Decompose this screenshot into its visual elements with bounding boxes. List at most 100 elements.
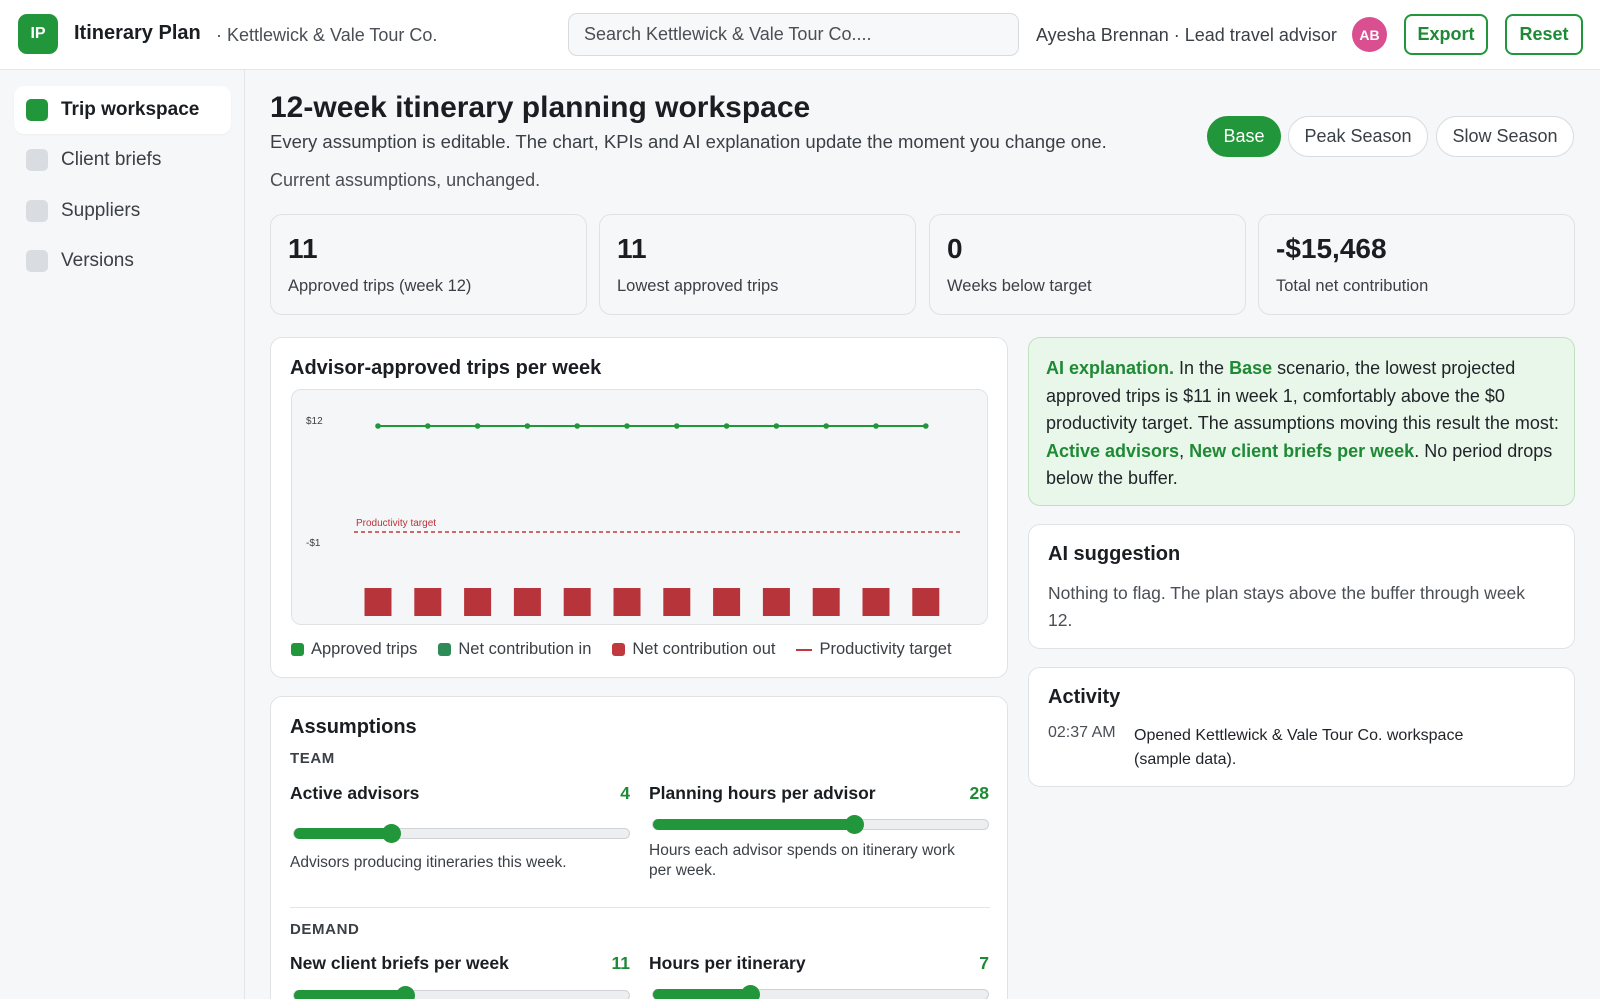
- legend-label: Net contribution out: [632, 640, 776, 658]
- net-contribution-out-bar: [513, 588, 541, 616]
- page-title: 12-week itinerary planning workspace: [270, 91, 811, 124]
- ai-explanation-card: AI explanation. In the Base scenario, th…: [1028, 337, 1575, 506]
- activity-card: Activity 02:37 AM Opened Kettlewick & Va…: [1028, 667, 1575, 787]
- kpi-label: Total net contribution: [1276, 277, 1429, 295]
- reset-button[interactable]: Reset: [1505, 14, 1583, 55]
- slider-description: Hours each advisor spends on itinerary w…: [649, 842, 955, 879]
- slider-thumb[interactable]: [382, 824, 402, 843]
- top-bar: IP Itinerary Plan · Kettlewick & Vale To…: [0, 0, 1600, 70]
- slider-thumb[interactable]: [395, 986, 415, 999]
- ai-text-segment: ,: [1179, 440, 1190, 461]
- square-icon: [26, 99, 48, 121]
- search-input[interactable]: [568, 13, 1019, 56]
- legend-item: Net contribution out: [612, 640, 775, 659]
- page-subtitle: Every assumption is editable. The chart,…: [270, 131, 1107, 152]
- avatar[interactable]: AB: [1352, 17, 1387, 52]
- net-contribution-out-bar: [713, 588, 741, 616]
- net-contribution-out-bar: [912, 588, 940, 616]
- sidebar-item-label: Trip workspace: [61, 99, 200, 120]
- sidebar: Trip workspace Client briefs Suppliers V…: [0, 70, 245, 999]
- y-tick-label: $12: [306, 416, 323, 427]
- slider-thumb[interactable]: [845, 815, 864, 834]
- kpi-value: 11: [617, 233, 647, 264]
- client-briefs-slider[interactable]: [293, 986, 630, 999]
- kpi-label: Approved trips (week 12): [288, 277, 472, 295]
- export-button[interactable]: Export: [1404, 14, 1488, 55]
- hours-per-itinerary-slider[interactable]: [652, 985, 989, 999]
- activity-title: Activity: [1048, 686, 1121, 708]
- active-advisors-slider[interactable]: [293, 824, 630, 843]
- approved-trips-point: [524, 423, 531, 429]
- scenario-base-button[interactable]: Base: [1207, 116, 1281, 157]
- slider-fill: [294, 990, 405, 999]
- bars-group: [364, 588, 940, 616]
- legend-label: Net contribution in: [458, 640, 592, 658]
- kpi-label: Weeks below target: [947, 277, 1092, 295]
- approved-trips-point: [873, 423, 879, 429]
- chart-area: $12 -$1 Productivity target: [291, 389, 988, 625]
- square-icon: [26, 149, 48, 171]
- ai-explanation-label: AI explanation.: [1046, 358, 1175, 378]
- sidebar-item-client-briefs[interactable]: Client briefs: [14, 136, 231, 184]
- approved-trips-point: [474, 423, 481, 429]
- slider-fill: [653, 819, 854, 830]
- sidebar-item-trip-workspace[interactable]: Trip workspace: [14, 86, 231, 134]
- activity-time: 02:37 AM: [1048, 724, 1116, 741]
- assumptions-card: Assumptions TEAM Active advisors 4 Advis…: [270, 696, 1008, 999]
- ai-driver-link[interactable]: Active advisors: [1046, 441, 1179, 461]
- chart-card: Advisor-approved trips per week $12 -$1 …: [270, 337, 1008, 678]
- app-title: Itinerary Plan: [74, 22, 201, 44]
- ai-explanation-text: AI explanation. In the Base scenario, th…: [1046, 355, 1562, 493]
- kpi-lowest-approved-trips: 11 Lowest approved trips: [599, 214, 916, 315]
- approved-trips-point: [375, 423, 381, 429]
- net-contribution-out-bar: [663, 588, 691, 616]
- ai-suggestion-text: Nothing to flag. The plan stays above th…: [1048, 583, 1526, 630]
- sidebar-item-label: Suppliers: [61, 200, 141, 221]
- app-logo: IP: [18, 14, 58, 54]
- net-contribution-out-bar: [364, 588, 392, 616]
- group-label-demand: DEMAND: [290, 921, 360, 938]
- legend-label: Productivity target: [819, 640, 952, 658]
- scenario-slow-season-button[interactable]: Slow Season: [1436, 116, 1574, 157]
- sidebar-item-label: Client briefs: [61, 149, 162, 170]
- legend-swatch: [612, 643, 626, 656]
- ai-suggestion-title: AI suggestion: [1048, 543, 1181, 565]
- ai-driver-link[interactable]: New client briefs per week: [1189, 441, 1414, 461]
- ai-text-segment: In the: [1174, 358, 1230, 378]
- legend-item: Productivity target: [796, 640, 952, 659]
- legend-item: Approved trips: [291, 640, 417, 659]
- scenario-peak-season-button[interactable]: Peak Season: [1288, 116, 1428, 157]
- target-label: Productivity target: [356, 518, 436, 529]
- slider-value: 7: [979, 953, 989, 973]
- legend-label: Approved trips: [311, 640, 418, 658]
- slider-fill: [294, 828, 392, 839]
- divider: [290, 907, 990, 908]
- chart-title: Advisor-approved trips per week: [290, 357, 602, 379]
- slider-description: Advisors producing itineraries this week…: [290, 854, 567, 871]
- planning-hours-slider[interactable]: [652, 815, 989, 834]
- user-label: Ayesha Brennan · Lead travel advisor: [1036, 25, 1337, 45]
- slider-thumb[interactable]: [741, 985, 761, 999]
- kpi-value: 0: [947, 233, 963, 264]
- net-contribution-out-bar: [414, 588, 442, 616]
- legend-swatch: [796, 648, 813, 651]
- kpi-approved-trips-week-12: 11 Approved trips (week 12): [270, 214, 587, 315]
- group-label-team: TEAM: [290, 750, 335, 767]
- slider-label: Active advisors: [290, 783, 420, 803]
- approved-trips-point: [923, 423, 929, 429]
- assumption-status: Current assumptions, unchanged.: [270, 170, 541, 190]
- net-contribution-out-bar: [812, 588, 840, 616]
- kpi-value: 11: [288, 233, 318, 264]
- approved-trips-point: [773, 423, 780, 429]
- trips-chart: $12 -$1 Productivity target: [306, 416, 962, 616]
- kpi-value: -$15,468: [1276, 233, 1387, 264]
- slider-fill: [653, 989, 751, 999]
- kpi-weeks-below-target: 0 Weeks below target: [929, 214, 1246, 315]
- sidebar-item-versions[interactable]: Versions: [14, 237, 231, 285]
- square-icon: [26, 250, 48, 272]
- sidebar-item-suppliers[interactable]: Suppliers: [14, 187, 231, 235]
- activity-message: Opened Kettlewick & Vale Tour Co. worksp…: [1134, 727, 1464, 768]
- net-contribution-out-bar: [613, 588, 641, 616]
- kpi-total-net-contribution: -$15,468 Total net contribution: [1258, 214, 1575, 315]
- approved-trips-point: [723, 423, 730, 429]
